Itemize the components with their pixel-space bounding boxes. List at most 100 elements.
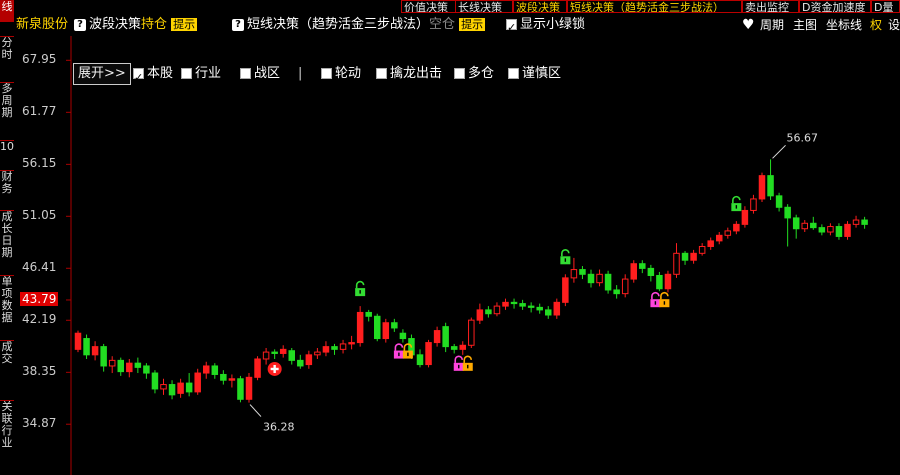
candle[interactable]: [416, 349, 424, 368]
short-strategy[interactable]: ? 短线决策（趋势活金三步战法）空仓 提示: [232, 14, 486, 36]
candle[interactable]: [553, 298, 561, 319]
candle[interactable]: [83, 334, 90, 359]
filter-option[interactable]: 擒龙出击: [376, 62, 442, 86]
candle[interactable]: [861, 216, 868, 229]
sidebar-item[interactable]: 多周期: [0, 82, 14, 134]
filter-checkbox[interactable]: [321, 68, 332, 79]
candle[interactable]: [698, 243, 706, 256]
settings-button[interactable]: 设: [888, 14, 900, 36]
candle[interactable]: [673, 243, 680, 278]
candle[interactable]: [810, 216, 817, 230]
candle[interactable]: [852, 215, 860, 228]
candle[interactable]: [339, 339, 347, 354]
candle[interactable]: [621, 274, 629, 298]
candle[interactable]: [690, 249, 697, 264]
candle[interactable]: [220, 370, 227, 385]
filter-option[interactable]: 多仓: [454, 62, 494, 86]
candle[interactable]: [767, 159, 774, 200]
candle[interactable]: [750, 194, 757, 214]
candle[interactable]: [844, 221, 851, 240]
help-icon[interactable]: ?: [74, 18, 86, 31]
candle[interactable]: [91, 341, 99, 361]
candle[interactable]: [271, 349, 278, 359]
top-tab[interactable]: D量: [871, 0, 900, 13]
candle[interactable]: [425, 339, 432, 368]
candle[interactable]: [356, 306, 364, 347]
filter-option[interactable]: 战区: [240, 62, 280, 86]
candle[interactable]: [100, 343, 107, 372]
filter-checkbox[interactable]: [454, 68, 465, 79]
candle[interactable]: [630, 260, 637, 283]
candle[interactable]: [194, 368, 201, 395]
candle[interactable]: [656, 271, 663, 292]
candle[interactable]: [827, 223, 834, 236]
candle[interactable]: [801, 220, 808, 233]
candle[interactable]: [126, 358, 133, 378]
sidebar-item[interactable]: 成交: [0, 340, 14, 396]
candle[interactable]: [288, 347, 295, 365]
candle[interactable]: [681, 251, 689, 265]
filter-option[interactable]: 行业: [181, 62, 221, 86]
candle[interactable]: [647, 264, 655, 282]
candle[interactable]: [297, 354, 304, 369]
candle[interactable]: [775, 192, 783, 212]
top-tab[interactable]: 短线决策（趋势活金三步战法）: [567, 0, 742, 13]
candle[interactable]: [527, 302, 535, 313]
candle[interactable]: [314, 347, 321, 359]
candle[interactable]: [613, 285, 620, 299]
sidebar-item[interactable]: 财务: [0, 170, 14, 204]
candle[interactable]: [707, 237, 714, 250]
candle[interactable]: [587, 269, 595, 288]
candle[interactable]: [168, 380, 176, 400]
sidebar-item[interactable]: 10: [0, 140, 14, 164]
candle[interactable]: [596, 269, 603, 287]
candle[interactable]: [134, 357, 142, 374]
candle[interactable]: [203, 361, 210, 379]
candle[interactable]: [391, 318, 398, 332]
candle[interactable]: [835, 223, 843, 240]
candle[interactable]: [758, 172, 766, 203]
candle[interactable]: [450, 343, 458, 354]
candle[interactable]: [604, 270, 612, 294]
candle[interactable]: [74, 330, 82, 353]
band-tip-button[interactable]: 提示: [171, 18, 198, 31]
candle[interactable]: [792, 214, 800, 239]
filter-checkbox[interactable]: [240, 68, 251, 79]
top-tab[interactable]: D资金加速度: [799, 0, 871, 13]
candle[interactable]: [519, 299, 526, 310]
candle[interactable]: [228, 374, 236, 388]
candle[interactable]: [459, 341, 466, 355]
candle[interactable]: [493, 302, 501, 317]
candle[interactable]: [382, 318, 390, 343]
candle[interactable]: [348, 335, 355, 350]
candle[interactable]: [185, 373, 193, 397]
sidebar-item[interactable]: 分时: [0, 36, 14, 76]
candle[interactable]: [510, 298, 518, 309]
candle[interactable]: [468, 317, 475, 348]
candle[interactable]: [331, 343, 338, 355]
sidebar-item[interactable]: 成长日期: [0, 210, 14, 268]
candle[interactable]: [733, 221, 740, 235]
candle[interactable]: [741, 206, 749, 228]
candle[interactable]: [237, 375, 244, 403]
top-tab[interactable]: 价值决策: [401, 0, 456, 13]
rights-button[interactable]: 权: [870, 14, 882, 36]
sidebar-item[interactable]: 单项数据: [0, 275, 14, 333]
candle[interactable]: [716, 232, 723, 245]
main-chart-button[interactable]: 主图: [793, 14, 817, 36]
filter-checkbox[interactable]: [181, 68, 192, 79]
expand-button[interactable]: 展开>>: [73, 63, 131, 85]
candle[interactable]: [579, 266, 586, 280]
band-strategy[interactable]: ? 波段决策持仓 提示: [74, 14, 198, 36]
candle[interactable]: [211, 363, 219, 379]
period-button[interactable]: 周期: [760, 14, 784, 36]
candle[interactable]: [502, 298, 509, 310]
candle[interactable]: [536, 303, 543, 314]
candle[interactable]: [570, 257, 578, 283]
candle[interactable]: [562, 274, 569, 307]
filter-checkbox[interactable]: [133, 66, 144, 90]
candle[interactable]: [374, 313, 381, 342]
candle[interactable]: [254, 356, 261, 381]
candle[interactable]: [305, 350, 313, 369]
candle[interactable]: [399, 329, 407, 343]
